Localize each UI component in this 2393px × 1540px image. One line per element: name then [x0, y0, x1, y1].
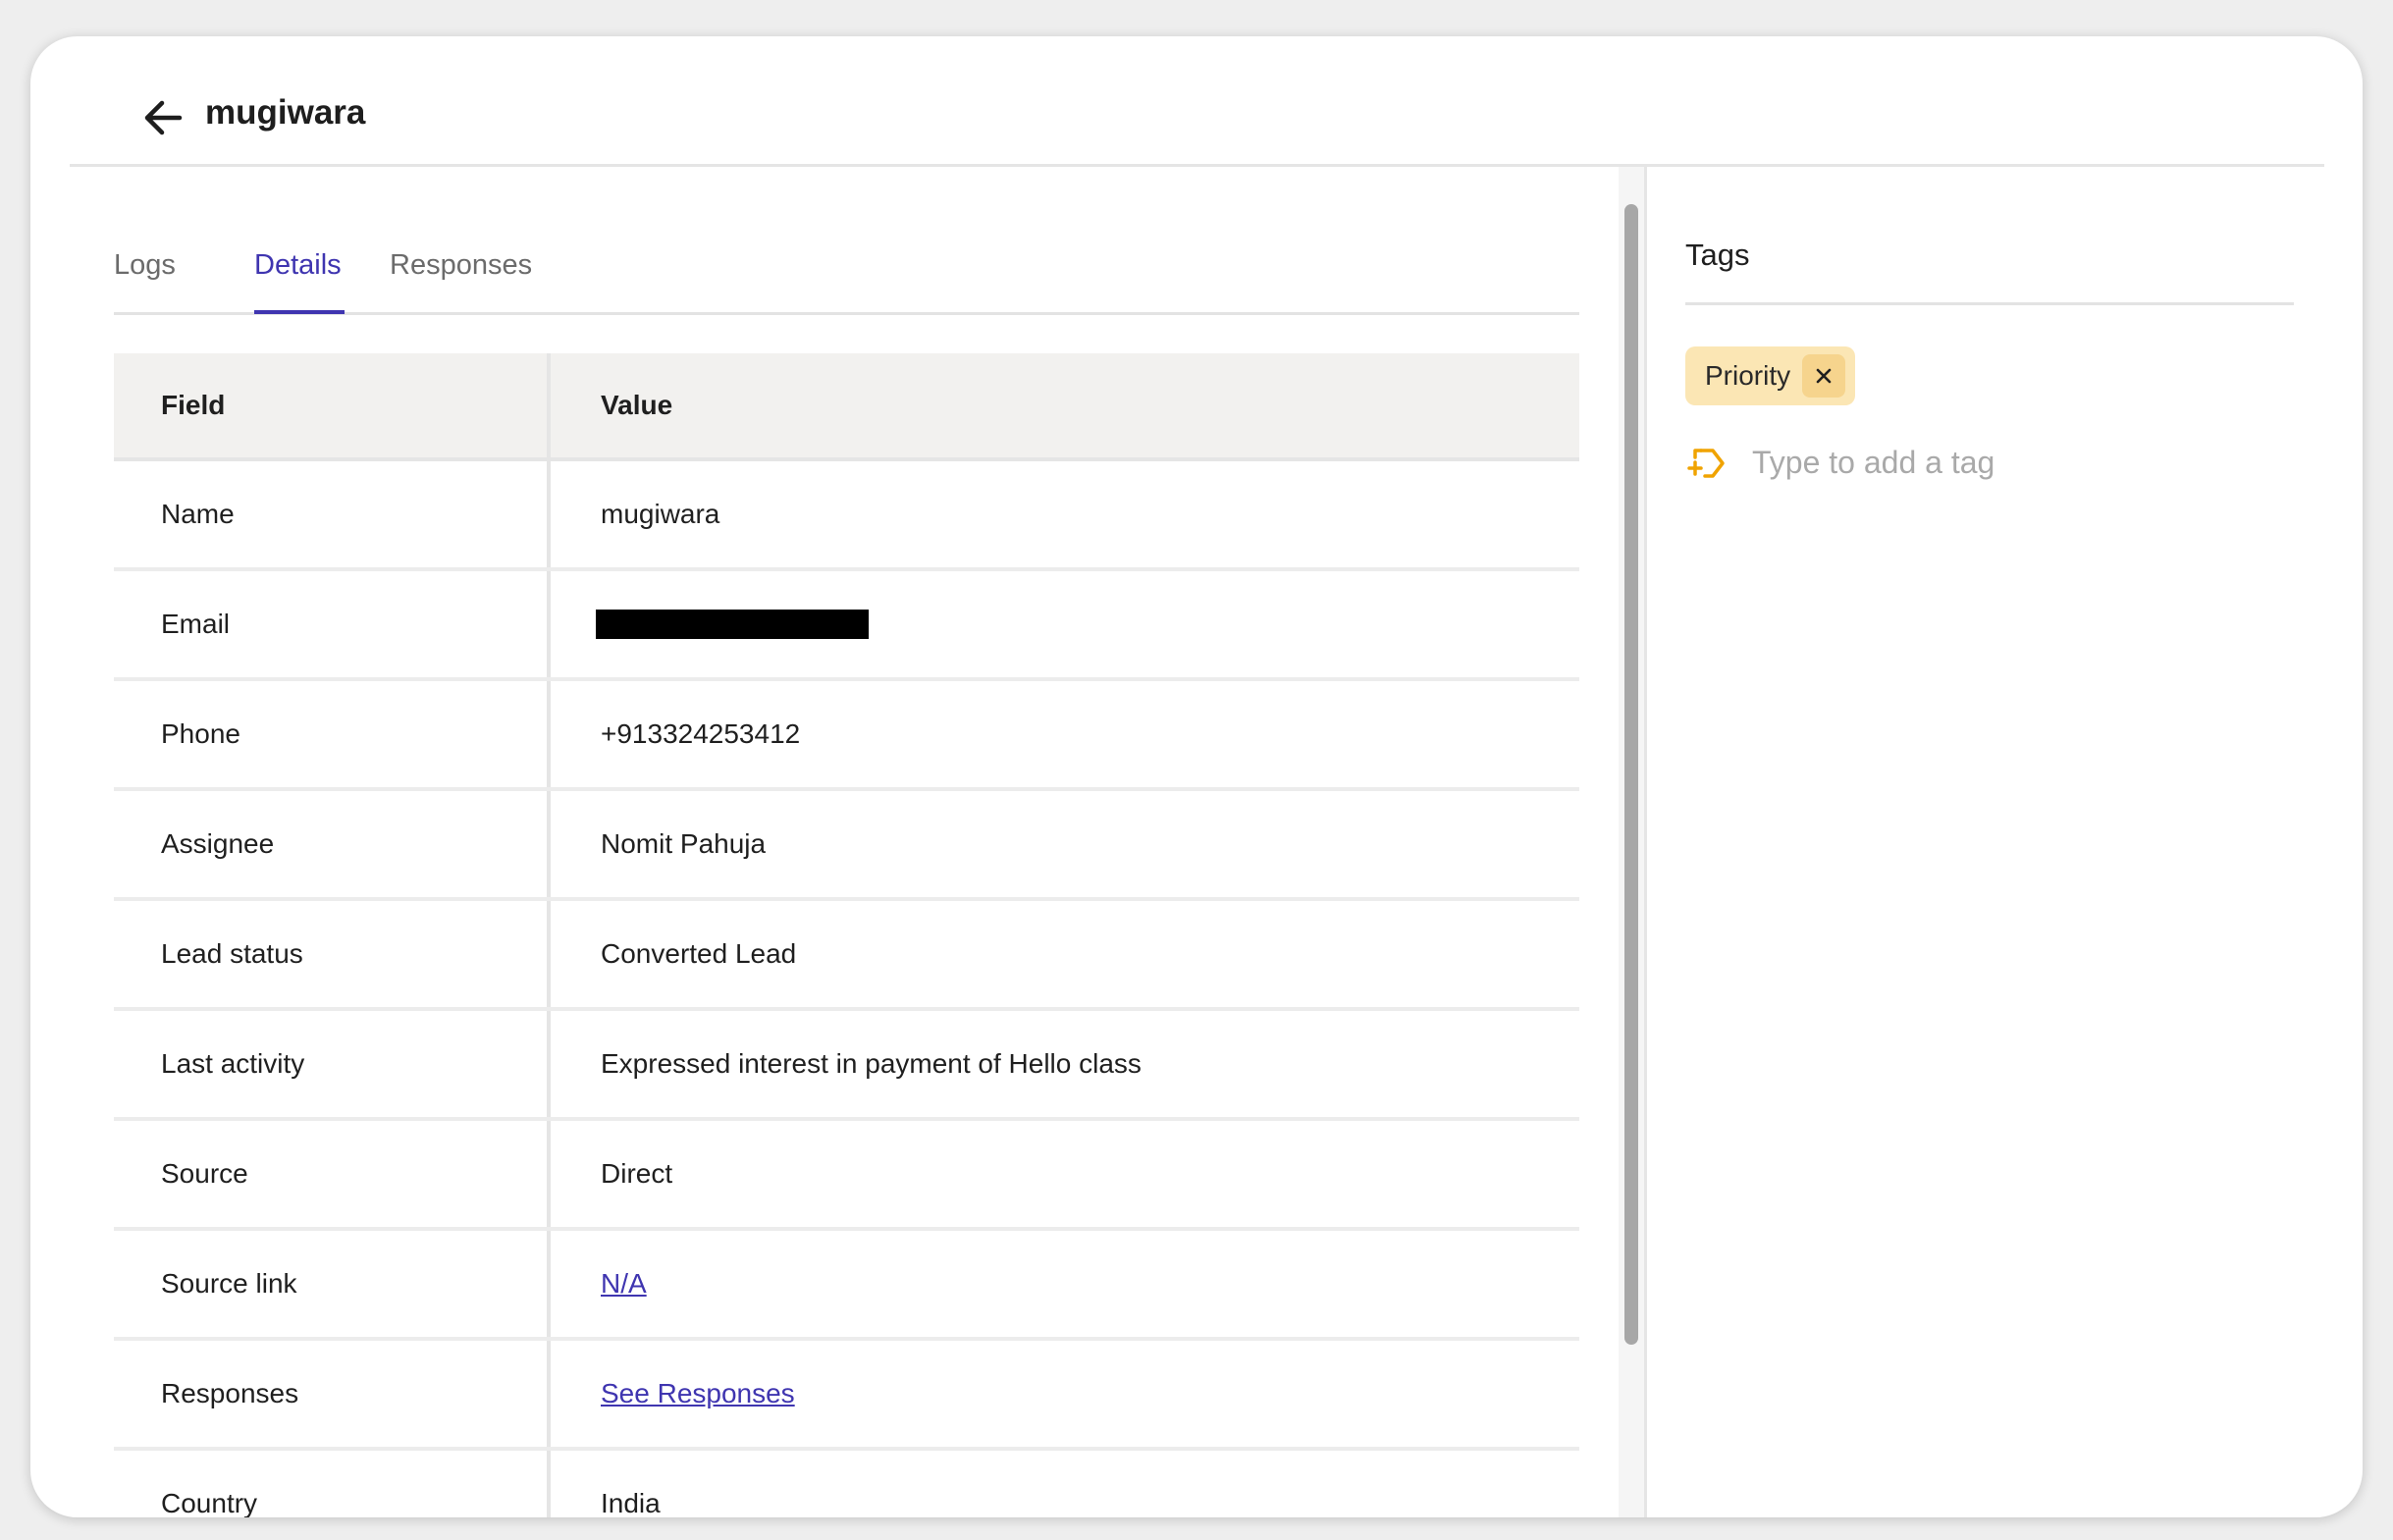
tab-bar: Logs Details Responses — [114, 167, 1579, 315]
table-row: Lead status Converted Lead — [114, 901, 1579, 1011]
tag-input[interactable] — [1750, 437, 2284, 488]
tab-details[interactable]: Details — [254, 249, 342, 282]
tab-logs[interactable]: Logs — [114, 249, 176, 282]
lead-detail-window: mugiwara Logs Details Responses Field Va… — [30, 36, 2363, 1517]
tab-responses[interactable]: Responses — [390, 249, 532, 282]
details-pane: Logs Details Responses Field Value Name … — [114, 167, 1581, 1517]
field-value: N/A — [555, 1231, 1579, 1337]
field-value: Direct — [601, 1158, 673, 1189]
field-value: Nomit Pahuja — [601, 828, 767, 859]
redacted-email — [596, 610, 869, 639]
page-title: mugiwara — [205, 93, 366, 132]
tags-panel: Tags Priority — [1685, 167, 2296, 1517]
active-tab-indicator — [254, 310, 345, 314]
field-label: Phone — [114, 681, 551, 787]
field-value: +913324253412 — [601, 718, 801, 749]
column-header-value: Value — [601, 390, 673, 420]
table-row: Responses See Responses — [114, 1341, 1579, 1451]
table-row: Name mugiwara — [114, 461, 1579, 571]
tag-label: Priority — [1705, 360, 1791, 391]
table-row: Last activity Expressed interest in paym… — [114, 1011, 1579, 1121]
field-label: Name — [114, 461, 551, 567]
field-value: mugiwara — [601, 499, 720, 529]
table-row: Email — [114, 571, 1579, 681]
field-value — [555, 571, 1579, 677]
table-row: Phone +913324253412 — [114, 681, 1579, 791]
field-label: Country — [114, 1451, 551, 1517]
table-row: Assignee Nomit Pahuja — [114, 791, 1579, 901]
field-value: India — [601, 1488, 661, 1517]
field-label: Responses — [114, 1341, 551, 1447]
divider — [1685, 302, 2294, 305]
field-label: Last activity — [114, 1011, 551, 1117]
tags-title: Tags — [1685, 238, 1750, 272]
field-value: Converted Lead — [601, 938, 797, 969]
tag-add-icon — [1687, 449, 1725, 478]
details-table: Field Value Name mugiwara Email Phone +9… — [114, 353, 1579, 1517]
field-label: Lead status — [114, 901, 551, 1007]
page-header: mugiwara — [70, 36, 2324, 167]
table-header-row: Field Value — [114, 353, 1579, 461]
column-header-field: Field — [114, 353, 551, 457]
field-value: See Responses — [555, 1341, 1579, 1447]
close-icon — [1816, 368, 1832, 384]
field-label: Email — [114, 571, 551, 677]
back-button[interactable] — [140, 95, 186, 140]
table-row: Source Direct — [114, 1121, 1579, 1231]
source-link[interactable]: N/A — [601, 1268, 647, 1300]
table-row: Country India — [114, 1451, 1579, 1517]
field-label: Source link — [114, 1231, 551, 1337]
field-label: Source — [114, 1121, 551, 1227]
remove-tag-button[interactable] — [1802, 354, 1846, 398]
scrollbar-thumb[interactable] — [1624, 204, 1638, 1345]
arrow-left-icon — [144, 100, 183, 135]
field-label: Assignee — [114, 791, 551, 897]
tag-chip-priority: Priority — [1685, 346, 1856, 405]
field-value: Expressed interest in payment of Hello c… — [601, 1048, 1142, 1079]
table-row: Source link N/A — [114, 1231, 1579, 1341]
see-responses-link[interactable]: See Responses — [601, 1378, 795, 1409]
scrollbar[interactable] — [1619, 167, 1647, 1517]
